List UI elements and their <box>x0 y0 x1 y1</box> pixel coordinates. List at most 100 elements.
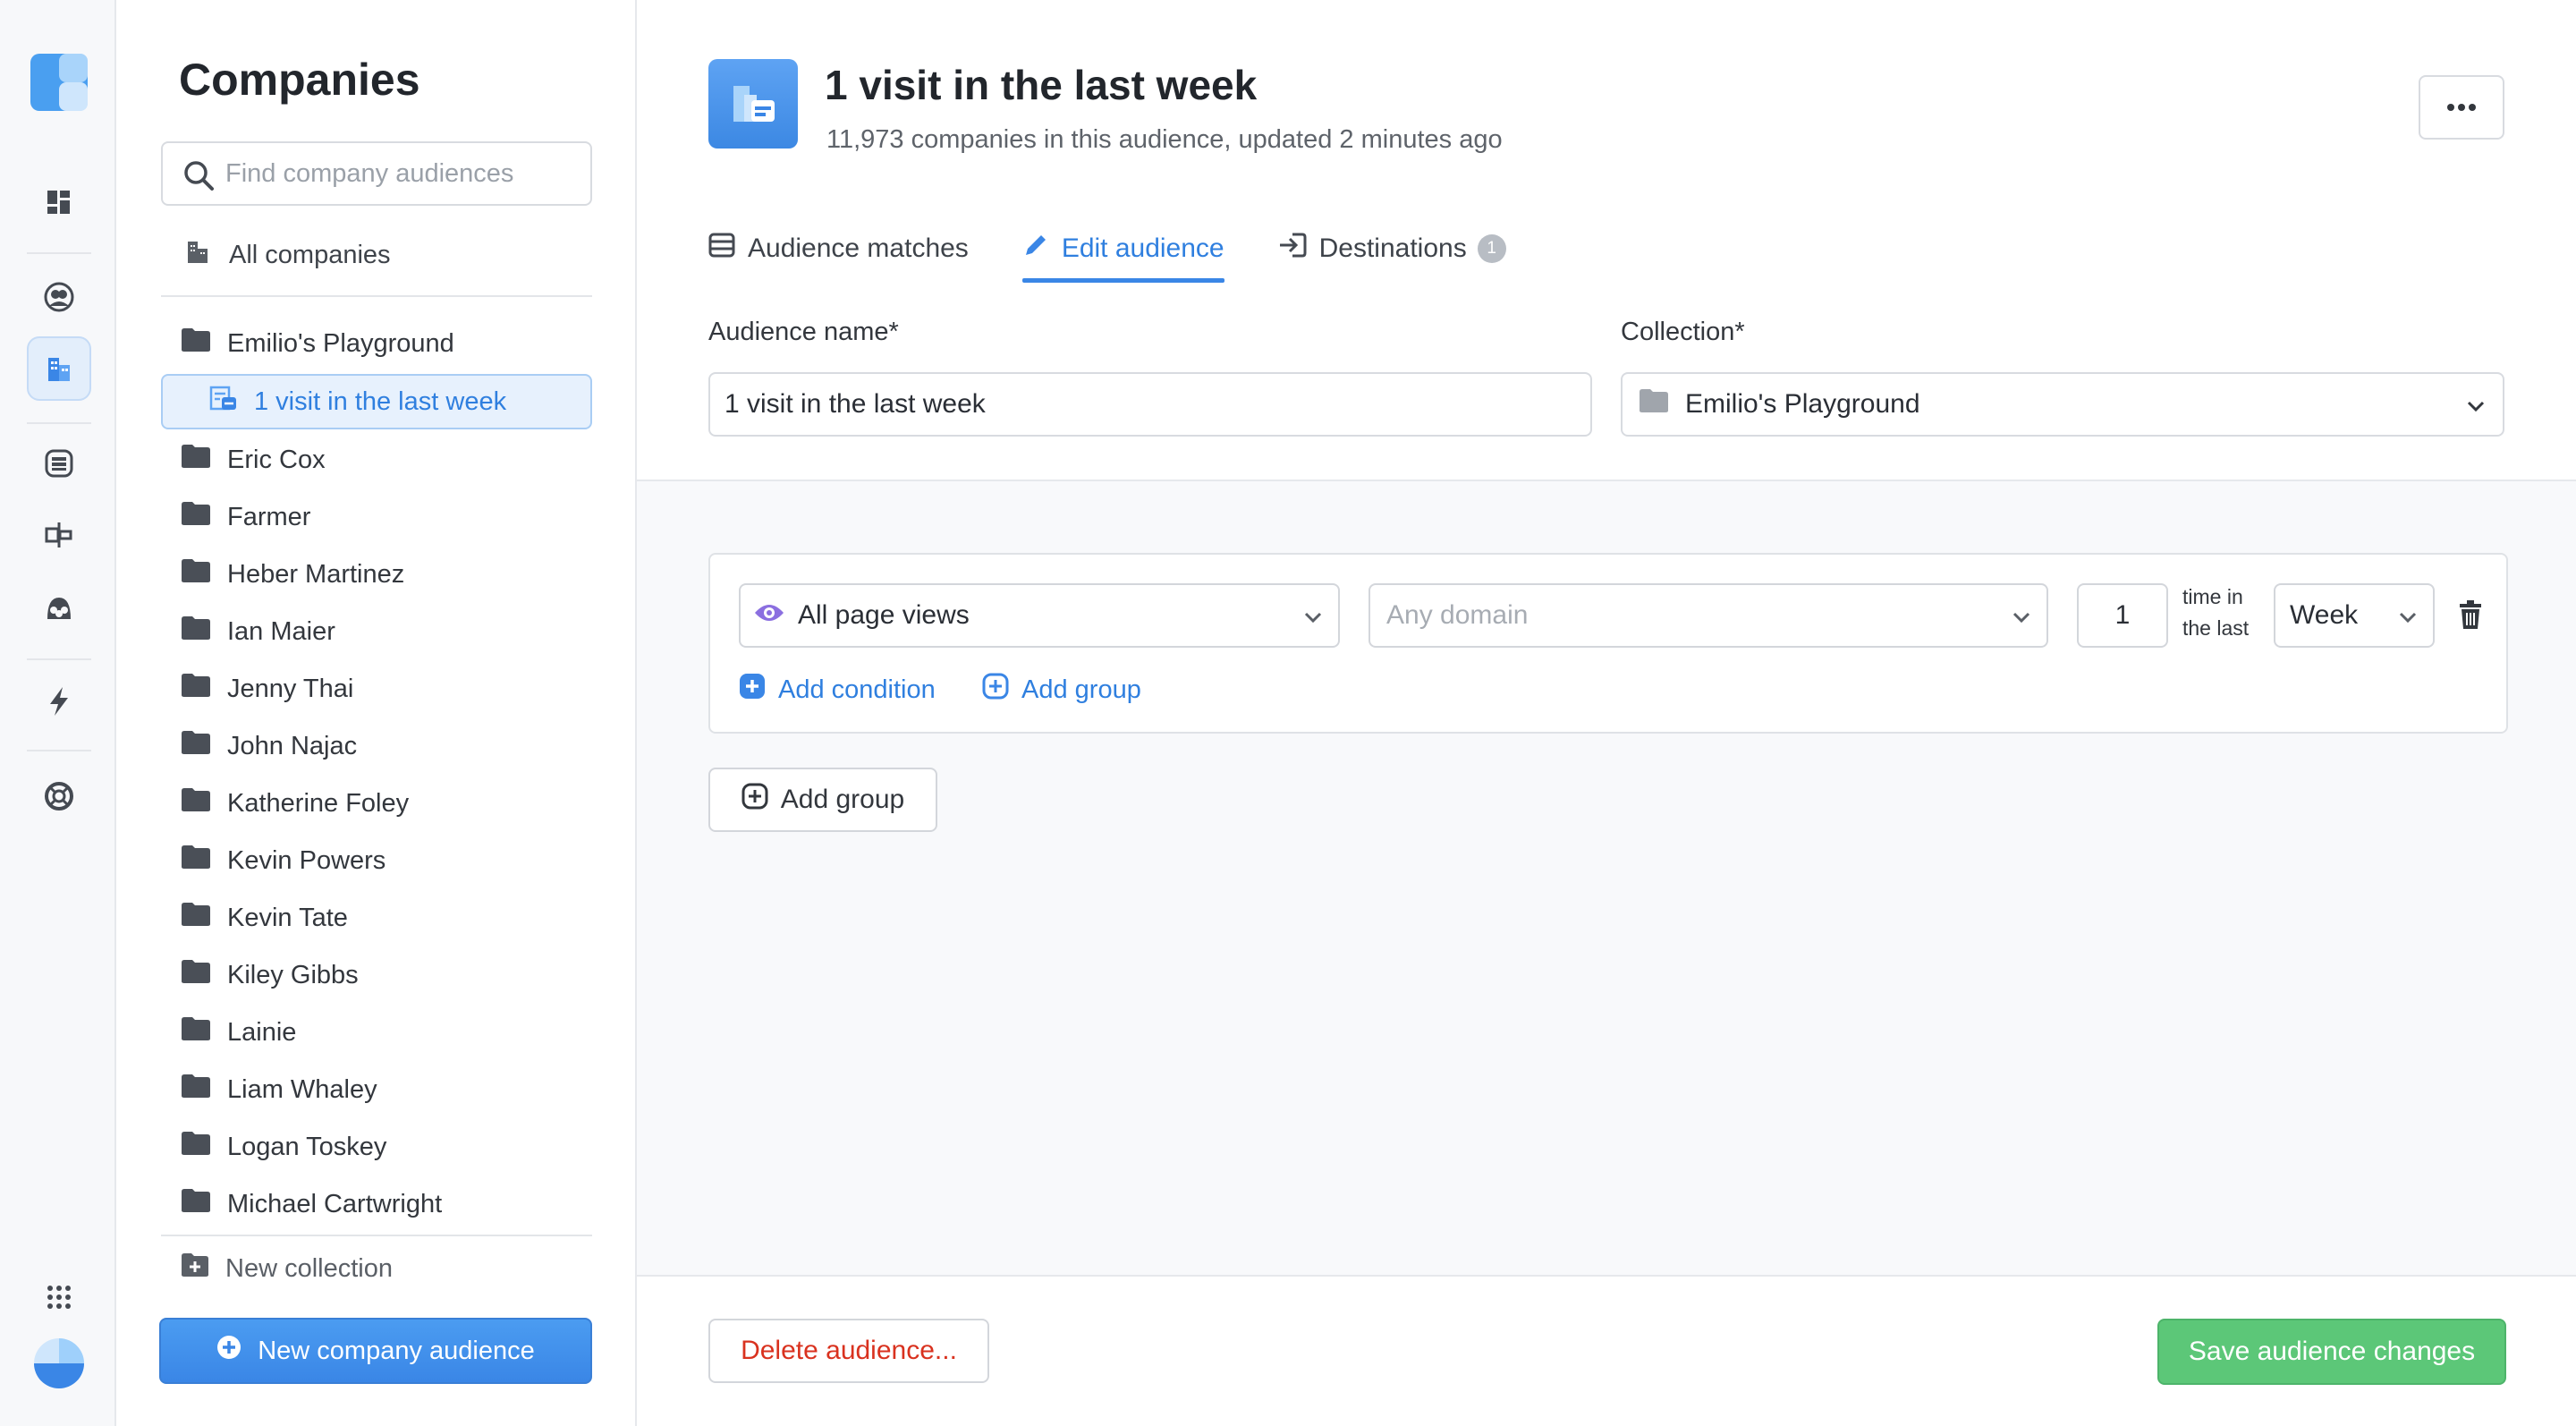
more-options-button[interactable] <box>2419 75 2504 140</box>
collection-label: Liam Whaley <box>227 1074 377 1104</box>
collection-label: Michael Cartwright <box>227 1189 443 1218</box>
audience-name-label: Audience name* <box>708 318 899 346</box>
trash-icon[interactable] <box>2458 599 2483 634</box>
add-condition-button[interactable]: Add condition <box>739 673 936 707</box>
delete-audience-label: Delete audience... <box>741 1336 957 1365</box>
tab-audience-matches[interactable]: Audience matches <box>708 215 969 283</box>
collection-item[interactable]: Kevin Powers <box>161 832 592 889</box>
collection-label: Collection* <box>1621 318 1745 346</box>
collection-item[interactable]: Kevin Tate <box>161 889 592 946</box>
collection-item[interactable]: Heber Martinez <box>161 546 592 603</box>
destinations-count-badge: 1 <box>1477 234 1506 263</box>
count-input[interactable]: 1 <box>2077 583 2168 648</box>
page-title: 1 visit in the last week <box>825 62 1258 108</box>
collection-item[interactable]: Ian Maier <box>161 603 592 660</box>
plus-square-outline-icon <box>982 673 1009 707</box>
period-select[interactable]: Week <box>2274 583 2435 648</box>
folder-icon <box>181 787 211 819</box>
count-value: 1 <box>2114 600 2131 630</box>
app-logo[interactable] <box>30 54 88 111</box>
folder-icon <box>181 902 211 934</box>
folder-icon <box>181 327 211 360</box>
people-icon[interactable] <box>27 265 91 329</box>
collection-label: Lainie <box>227 1017 297 1047</box>
collection-label: Kevin Powers <box>227 845 386 875</box>
new-collection-button[interactable]: New collection <box>181 1252 393 1285</box>
tab-label: Audience matches <box>748 233 969 263</box>
collection-item[interactable]: Katherine Foley <box>161 775 592 832</box>
add-group-inner-label: Add group <box>1021 675 1141 704</box>
collection-item[interactable]: Kiley Gibbs <box>161 946 592 1004</box>
collection-item[interactable]: Michael Cartwright <box>161 1176 592 1233</box>
search-input[interactable] <box>225 158 590 189</box>
tab-edit-audience[interactable]: Edit audience <box>1021 215 1224 283</box>
collection-label: John Najac <box>227 731 358 760</box>
help-icon[interactable] <box>27 764 91 828</box>
folder-icon <box>181 673 211 705</box>
plus-square-outline-icon <box>741 783 768 817</box>
folder-icon <box>181 730 211 762</box>
add-group-button[interactable]: Add group <box>708 768 937 832</box>
companies-icon[interactable] <box>27 336 91 401</box>
lightning-icon[interactable] <box>27 669 91 734</box>
pencil-icon <box>1022 232 1049 266</box>
folder-plus-icon <box>181 1252 209 1285</box>
all-companies-link[interactable]: All companies <box>184 238 391 272</box>
collection-item[interactable]: Jenny Thai <box>161 660 592 717</box>
collection-item[interactable]: John Najac <box>161 717 592 775</box>
collection-item[interactable]: Farmer <box>161 488 592 546</box>
tab-destinations[interactable]: Destinations 1 <box>1278 215 1506 283</box>
domain-select[interactable]: Any domain <box>1368 583 2048 648</box>
audience-name-input[interactable] <box>724 389 1590 420</box>
buildings-icon <box>184 238 211 272</box>
audience-name-field[interactable] <box>708 372 1592 437</box>
folder-icon <box>181 615 211 648</box>
add-condition-label: Add condition <box>778 675 936 704</box>
chevron-down-icon <box>1302 605 1324 635</box>
apps-grid-icon[interactable] <box>27 1265 91 1329</box>
avatar[interactable] <box>27 1331 91 1396</box>
group-icon[interactable] <box>27 576 91 641</box>
search-field[interactable] <box>161 141 592 206</box>
domain-placeholder: Any domain <box>1386 600 1529 630</box>
folder-icon <box>1639 388 1669 420</box>
eye-icon <box>753 600 785 631</box>
delete-audience-button[interactable]: Delete audience... <box>708 1319 989 1383</box>
new-collection-label: New collection <box>225 1253 393 1283</box>
collection-label: 1 visit in the last week <box>254 386 507 416</box>
audience-icon <box>209 385 238 419</box>
split-icon[interactable] <box>27 503 91 567</box>
search-icon <box>182 159 215 196</box>
collection-value: Emilio's Playground <box>1685 389 1920 419</box>
all-companies-label: All companies <box>229 240 391 269</box>
time-in-the-last-label: time in the last <box>2182 581 2249 644</box>
add-group-inner-button[interactable]: Add group <box>982 673 1141 707</box>
collection-label: Eric Cox <box>227 445 326 474</box>
tab-label: Destinations <box>1318 233 1467 263</box>
database-icon[interactable] <box>27 431 91 496</box>
collection-item[interactable]: Liam Whaley <box>161 1061 592 1118</box>
collection-item[interactable]: Logan Toskey <box>161 1118 592 1176</box>
collection-label: Farmer <box>227 502 311 531</box>
audience-item[interactable]: 1 visit in the last week <box>161 374 592 429</box>
new-company-audience-label: New company audience <box>258 1336 535 1365</box>
folder-icon <box>181 1131 211 1163</box>
sign-in-icon <box>1278 232 1307 266</box>
chevron-down-icon <box>2011 605 2032 635</box>
dashboard-icon[interactable] <box>27 170 91 234</box>
tab-bar: Audience matches Edit audience Destinati… <box>708 215 1560 283</box>
audience-icon <box>708 59 798 149</box>
save-audience-button[interactable]: Save audience changes <box>2157 1319 2506 1385</box>
collection-item[interactable]: Lainie <box>161 1004 592 1061</box>
collection-label: Jenny Thai <box>227 674 354 703</box>
folder-icon <box>181 1188 211 1220</box>
period-value: Week <box>2290 600 2359 630</box>
new-company-audience-button[interactable]: New company audience <box>159 1318 592 1384</box>
folder-icon <box>181 444 211 476</box>
ellipsis-icon <box>2447 104 2476 111</box>
collection-item[interactable]: Emilio's Playground <box>161 315 592 372</box>
collection-item[interactable]: Eric Cox <box>161 431 592 488</box>
collection-select[interactable]: Emilio's Playground <box>1621 372 2504 437</box>
app-rail <box>0 0 116 1426</box>
event-select[interactable]: All page views <box>739 583 1340 648</box>
